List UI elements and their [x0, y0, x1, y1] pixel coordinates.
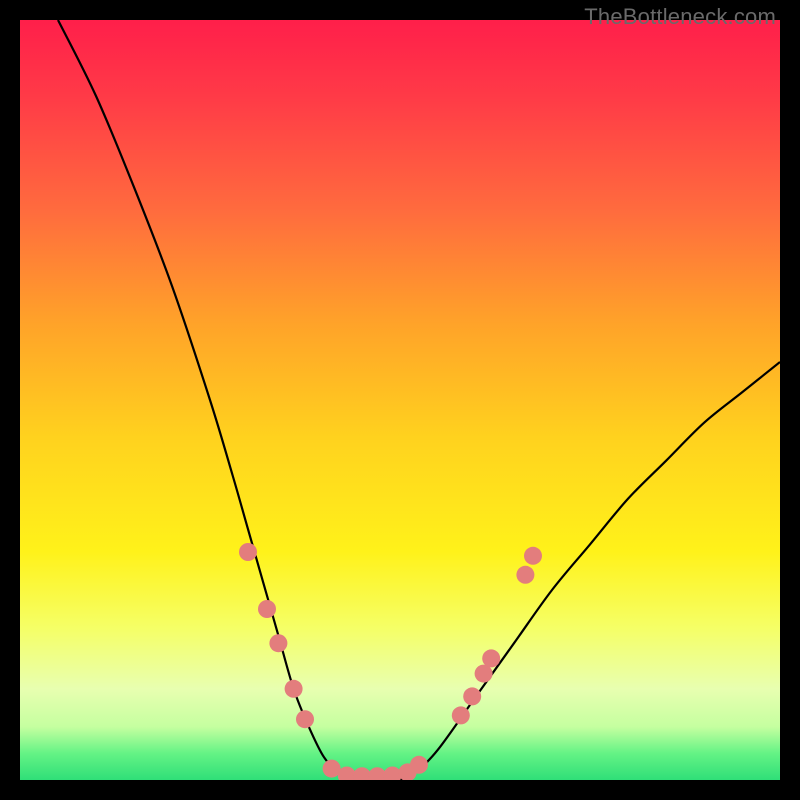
data-marker — [239, 543, 257, 561]
data-marker — [516, 566, 534, 584]
data-marker — [463, 687, 481, 705]
data-marker — [524, 547, 542, 565]
data-marker — [296, 710, 314, 728]
bottleneck-chart — [20, 20, 780, 780]
data-marker — [410, 756, 428, 774]
data-marker — [258, 600, 276, 618]
watermark-text: TheBottleneck.com — [584, 4, 776, 30]
data-marker — [285, 680, 303, 698]
data-marker — [452, 706, 470, 724]
gradient-background — [20, 20, 780, 780]
chart-frame — [20, 20, 780, 780]
data-marker — [482, 649, 500, 667]
data-marker — [269, 634, 287, 652]
